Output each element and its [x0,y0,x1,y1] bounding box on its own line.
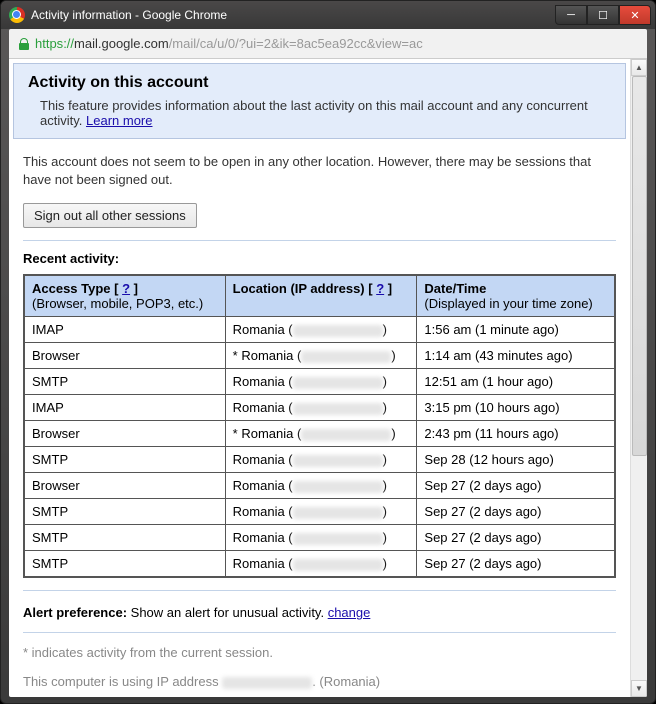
redacted-ip [222,677,312,689]
header-description: This feature provides information about … [28,98,611,128]
table-header-row: Access Type [ ? ] (Browser, mobile, POP3… [24,275,615,317]
cell-access-type: Browser [24,343,225,369]
location-help-link[interactable]: ? [376,281,384,296]
table-row: IMAPRomania ()3:15 pm (10 hours ago) [24,395,615,421]
col-datetime: Date/Time (Displayed in your time zone) [417,275,615,317]
cell-location: * Romania () [225,421,417,447]
cell-location: Romania () [225,447,417,473]
cell-location: Romania () [225,499,417,525]
table-row: SMTPRomania ()Sep 27 (2 days ago) [24,551,615,578]
url-domain: mail.google.com [74,36,169,51]
cell-datetime: Sep 27 (2 days ago) [417,525,615,551]
window-controls: ─ ☐ ✕ [555,5,651,25]
cell-access-type: IMAP [24,395,225,421]
window-titlebar[interactable]: Activity information - Google Chrome ─ ☐… [1,1,655,29]
url-path: /mail/ca/u/0/?ui=2&ik=8ac5ea92cc&view=ac [169,36,423,51]
redacted-ip [301,351,391,363]
redacted-ip [293,403,383,415]
redacted-ip [293,507,383,519]
scroll-down-arrow[interactable]: ▼ [631,680,647,697]
content-area: Activity on this account This feature pr… [9,59,647,697]
redacted-ip [293,533,383,545]
cell-access-type: IMAP [24,317,225,343]
cell-location: Romania () [225,317,417,343]
redacted-ip [293,325,383,337]
maximize-button[interactable]: ☐ [587,5,619,25]
redacted-ip [293,377,383,389]
header-box: Activity on this account This feature pr… [13,63,626,139]
cell-access-type: SMTP [24,369,225,395]
col-access-type: Access Type [ ? ] (Browser, mobile, POP3… [24,275,225,317]
url-display: https://mail.google.com/mail/ca/u/0/?ui=… [35,36,423,51]
table-row: BrowserRomania ()Sep 27 (2 days ago) [24,473,615,499]
cell-location: Romania () [225,473,417,499]
redacted-ip [301,429,391,441]
table-row: SMTPRomania ()Sep 28 (12 hours ago) [24,447,615,473]
redacted-ip [293,455,383,467]
url-scheme: https [35,36,63,51]
table-row: SMTPRomania ()12:51 am (1 hour ago) [24,369,615,395]
ip-address-line: This computer is using IP address . (Rom… [23,674,616,689]
divider [23,590,616,591]
scroll-thumb[interactable] [632,76,647,456]
change-alert-link[interactable]: change [328,605,371,620]
cell-datetime: Sep 27 (2 days ago) [417,473,615,499]
alert-preference: Alert preference: Show an alert for unus… [23,605,616,620]
cell-location: Romania () [225,395,417,421]
cell-access-type: SMTP [24,525,225,551]
page-title: Activity on this account [28,74,611,92]
session-footnote: * indicates activity from the current se… [23,645,616,660]
cell-access-type: SMTP [24,551,225,578]
cell-datetime: Sep 28 (12 hours ago) [417,447,615,473]
scroll-up-arrow[interactable]: ▲ [631,59,647,76]
col-location: Location (IP address) [ ? ] [225,275,417,317]
cell-datetime: 1:14 am (43 minutes ago) [417,343,615,369]
recent-activity-label: Recent activity: [23,251,616,266]
cell-datetime: 12:51 am (1 hour ago) [417,369,615,395]
learn-more-link[interactable]: Learn more [86,113,152,128]
cell-datetime: Sep 27 (2 days ago) [417,551,615,578]
cell-access-type: SMTP [24,447,225,473]
cell-datetime: 1:56 am (1 minute ago) [417,317,615,343]
access-type-help-link[interactable]: ? [122,281,130,296]
cell-location: Romania () [225,551,417,578]
minimize-button[interactable]: ─ [555,5,587,25]
cell-access-type: SMTP [24,499,225,525]
close-button[interactable]: ✕ [619,5,651,25]
status-text: This account does not seem to be open in… [23,153,616,189]
cell-datetime: 3:15 pm (10 hours ago) [417,395,615,421]
signout-button[interactable]: Sign out all other sessions [23,203,197,228]
table-row: Browser* Romania ()2:43 pm (11 hours ago… [24,421,615,447]
lock-icon [19,38,29,50]
divider [23,240,616,241]
cell-datetime: 2:43 pm (11 hours ago) [417,421,615,447]
cell-location: Romania () [225,525,417,551]
scrollbar[interactable]: ▲ ▼ [630,59,647,697]
table-row: SMTPRomania ()Sep 27 (2 days ago) [24,499,615,525]
redacted-ip [293,481,383,493]
table-row: Browser* Romania ()1:14 am (43 minutes a… [24,343,615,369]
activity-table: Access Type [ ? ] (Browser, mobile, POP3… [23,274,616,578]
divider [23,632,616,633]
window-title: Activity information - Google Chrome [31,8,555,22]
redacted-ip [293,559,383,571]
address-bar[interactable]: https://mail.google.com/mail/ca/u/0/?ui=… [9,29,647,59]
browser-window: Activity information - Google Chrome ─ ☐… [0,0,656,704]
chrome-icon [9,7,25,23]
cell-location: * Romania () [225,343,417,369]
cell-access-type: Browser [24,473,225,499]
cell-location: Romania () [225,369,417,395]
cell-access-type: Browser [24,421,225,447]
table-row: SMTPRomania ()Sep 27 (2 days ago) [24,525,615,551]
cell-datetime: Sep 27 (2 days ago) [417,499,615,525]
table-row: IMAPRomania ()1:56 am (1 minute ago) [24,317,615,343]
